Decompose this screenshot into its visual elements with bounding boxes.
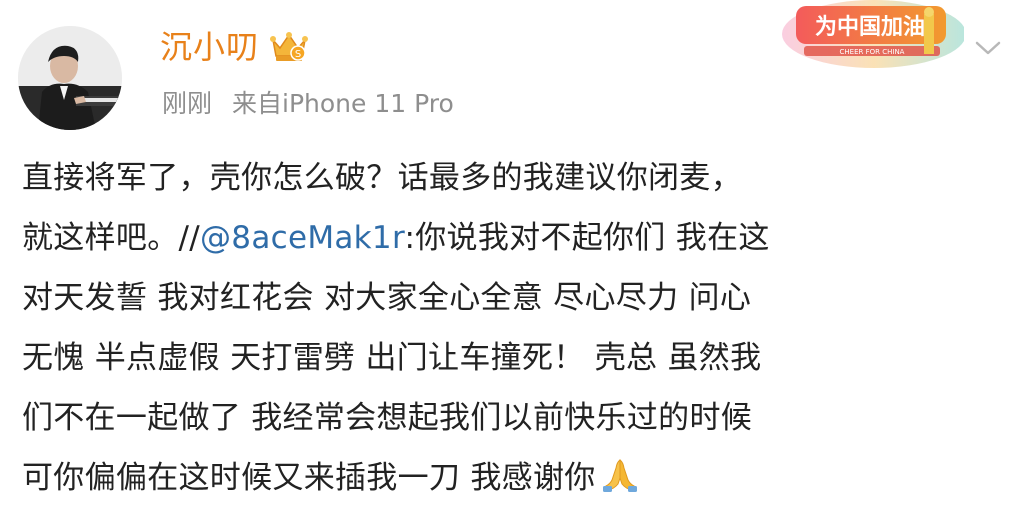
post-text: 直接将军了，壳你怎么破？话最多的我建议你闭麦， 就这样吧。//@8aceMak1… (22, 148, 1012, 508)
post-line: 直接将军了，壳你怎么破？话最多的我建议你闭麦， (22, 160, 742, 196)
post-source: 来自iPhone 11 Pro (232, 89, 454, 118)
post-menu-button[interactable] (970, 30, 1006, 66)
post-line-prefix: 就这样吧。// (22, 220, 200, 256)
chevron-down-icon (975, 41, 1001, 55)
post-line: 可你偏偏在这时候又来插我一刀 我感谢你 (22, 448, 1012, 508)
svg-text:S: S (295, 49, 301, 60)
post-header: 沉小叨 S 刚刚 来自iPhone 11 Pro 为中国加油 CHEER FOR… (0, 0, 1032, 140)
crown-badge-icon[interactable]: S (269, 30, 309, 64)
author-name[interactable]: 沉小叨 (160, 24, 259, 70)
post-line: 无愧 半点虚假 天打雷劈 出门让车撞死！ 壳总 虽然我 (22, 340, 762, 376)
mention-link[interactable]: @8aceMak1r (200, 220, 404, 256)
cheer-banner-badge[interactable]: 为中国加油 CHEER FOR CHINA (764, 0, 966, 70)
post-line-suffix: :你说我对不起你们 我在这 (404, 220, 770, 256)
post-line: 就这样吧。//@8aceMak1r:你说我对不起你们 我在这 (22, 208, 1012, 268)
author-row: 沉小叨 S (160, 24, 309, 70)
post-line-text: 可你偏偏在这时候又来插我一刀 我感谢你 (22, 460, 596, 496)
banner-text: 为中国加油 (815, 15, 925, 40)
post-time: 刚刚 (162, 89, 213, 118)
avatar-image (18, 26, 122, 130)
author-avatar[interactable] (18, 26, 122, 130)
banner-subtext: CHEER FOR CHINA (840, 48, 905, 56)
post-meta: 刚刚 来自iPhone 11 Pro (162, 84, 454, 124)
post-line: 们不在一起做了 我经常会想起我们以前快乐过的时候 (22, 400, 753, 436)
post-line: 对天发誓 我对红花会 对大家全心全意 尽心尽力 问心 (22, 280, 752, 316)
praying-hands-icon (600, 454, 640, 494)
